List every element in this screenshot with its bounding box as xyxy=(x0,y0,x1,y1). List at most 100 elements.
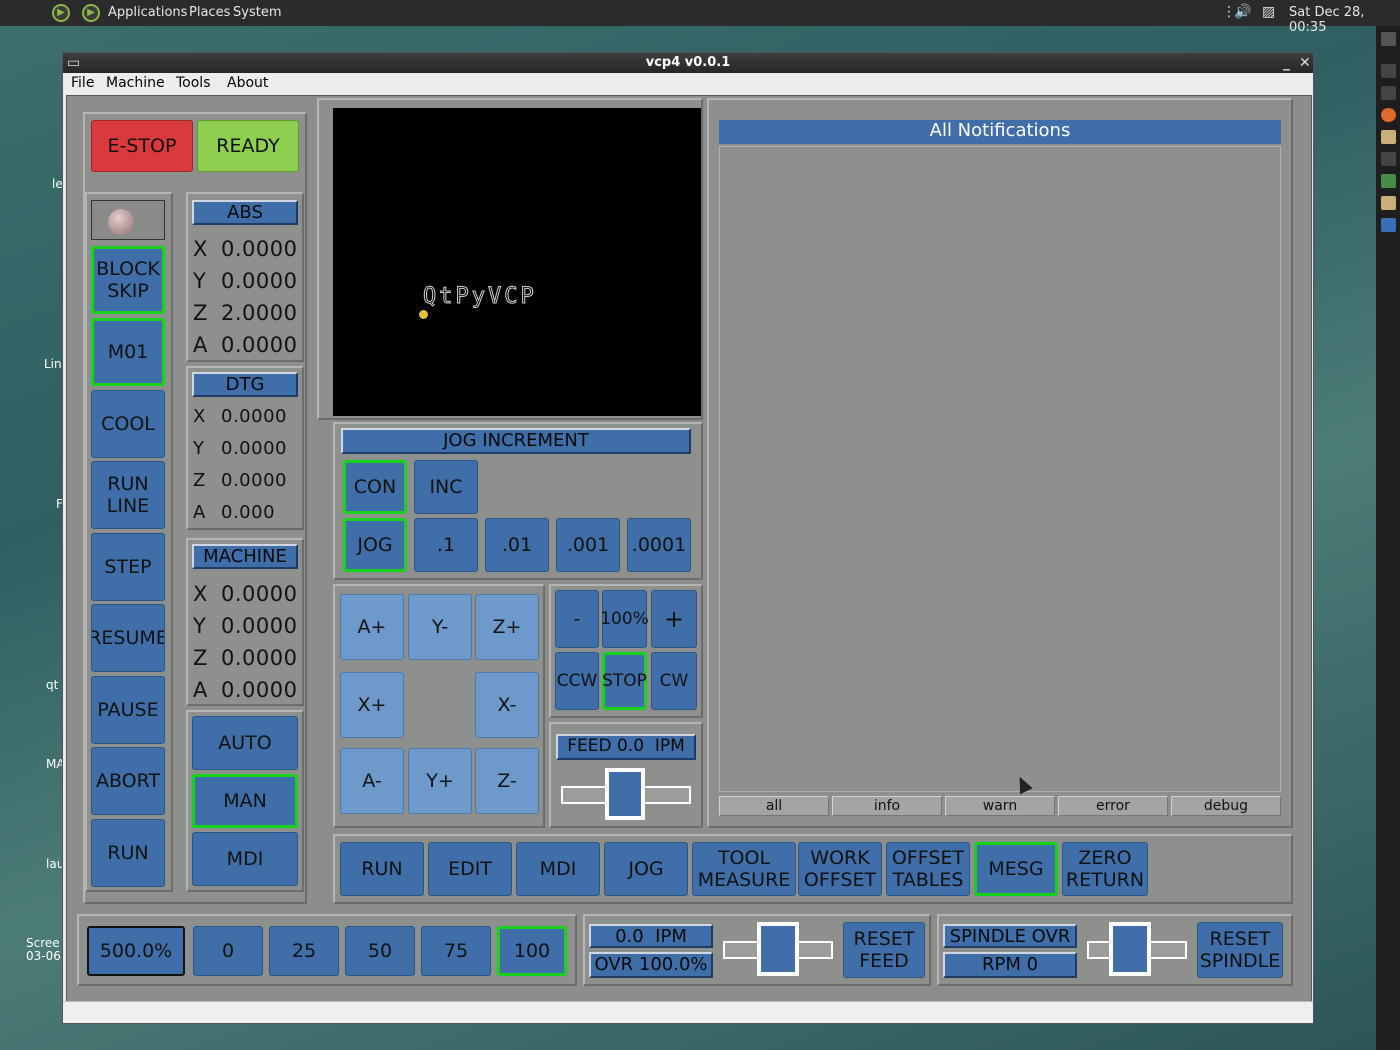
window-menu-icon[interactable]: ▭ xyxy=(67,53,80,73)
spindle-slower-button[interactable]: - xyxy=(555,590,599,648)
filter-debug-tab[interactable]: debug xyxy=(1171,796,1281,816)
resume-button[interactable]: RESUME xyxy=(91,604,165,672)
reset-feed-button[interactable]: RESET FEED xyxy=(843,922,925,978)
desktop-menu-system[interactable]: System xyxy=(233,5,281,20)
dock-terminal-icon-2[interactable] xyxy=(1381,64,1396,78)
rapid-75-button[interactable]: 75 xyxy=(421,926,491,976)
abort-button[interactable]: ABORT xyxy=(91,747,165,815)
rapid-0-button[interactable]: 0 xyxy=(193,926,263,976)
vcp-window: vcp4 v0.0.1 ▭ _ ✕ File Machine Tools Abo… xyxy=(62,52,1314,1024)
spindle-override-slider-handle[interactable] xyxy=(1109,922,1151,976)
rapid-override-value: 500.0% xyxy=(87,926,185,976)
step-button[interactable]: STEP xyxy=(91,533,165,601)
nav-jog-button[interactable]: JOG xyxy=(604,842,688,896)
increment-0-001-button[interactable]: .001 xyxy=(556,518,620,572)
filter-info-tab[interactable]: info xyxy=(832,796,942,816)
spindle-cw-button[interactable]: CW xyxy=(651,652,697,710)
estop-button[interactable]: E-STOP xyxy=(91,120,193,172)
mode-man-button[interactable]: MAN xyxy=(192,774,298,828)
jog-y-minus-button[interactable]: Y- xyxy=(408,594,472,660)
reset-spindle-button[interactable]: RESET SPINDLE xyxy=(1197,922,1283,978)
dock-folder-icon-2[interactable] xyxy=(1381,196,1396,210)
dock-terminal-icon-4[interactable] xyxy=(1381,152,1396,166)
menu-launcher-icon[interactable]: ▶ xyxy=(52,4,70,22)
nav-offset-tables-button[interactable]: OFFSET TABLES xyxy=(886,842,970,896)
dro-machine-y: Y 0.0000 xyxy=(193,614,298,638)
block-skip-button[interactable]: BLOCK SKIP xyxy=(91,246,165,314)
menu-machine[interactable]: Machine xyxy=(106,75,165,91)
nav-run-button[interactable]: RUN xyxy=(340,842,424,896)
dock-terminal-icon[interactable] xyxy=(1381,32,1396,46)
increment-0-0001-button[interactable]: .0001 xyxy=(627,518,691,572)
filter-error-tab[interactable]: error xyxy=(1058,796,1168,816)
desktop-menu-places[interactable]: Places xyxy=(189,5,230,20)
rapid-100-button[interactable]: 100 xyxy=(497,926,567,976)
m01-button[interactable]: M01 xyxy=(91,318,165,386)
status-bar xyxy=(63,1001,1313,1023)
notification-filter-tabs: all info warn error debug xyxy=(719,796,1281,818)
dro-dtg-title: DTG xyxy=(192,372,298,397)
dock-window-icon[interactable] xyxy=(1381,218,1396,232)
mode-mdi-button[interactable]: MDI xyxy=(192,832,298,886)
increment-0-01-button[interactable]: .01 xyxy=(485,518,549,572)
nav-work-offset-button[interactable]: WORK OFFSET xyxy=(798,842,882,896)
dro-dtg-y: Y 0.0000 xyxy=(193,438,287,459)
feed-rate-readout: 0.0 IPM xyxy=(589,924,713,948)
desktop-label[interactable]: Lin xyxy=(44,357,62,371)
nav-tool-measure-button[interactable]: TOOL MEASURE xyxy=(692,842,796,896)
desktop-label[interactable]: Scree 03-06 xyxy=(26,937,61,963)
spindle-ccw-button[interactable]: CCW xyxy=(555,652,599,710)
dock-terminal-icon-3[interactable] xyxy=(1381,86,1396,100)
backplot-preview[interactable]: QtPyVCP xyxy=(333,108,701,416)
menu-file[interactable]: File xyxy=(71,75,94,91)
pause-button[interactable]: PAUSE xyxy=(91,676,165,744)
notifications-title: All Notifications xyxy=(719,120,1281,144)
network-icon[interactable]: ▨ xyxy=(1262,4,1275,20)
desktop-label[interactable]: qt xyxy=(46,678,58,692)
jog-feed-slider-handle[interactable] xyxy=(605,768,645,820)
menu-launcher-icon-2[interactable]: ▶ xyxy=(82,4,100,22)
menu-about[interactable]: About xyxy=(227,75,268,91)
dock-app-icon[interactable] xyxy=(1381,174,1396,188)
nav-zero-return-button[interactable]: ZERO RETURN xyxy=(1062,842,1148,896)
jog-z-minus-button[interactable]: Z- xyxy=(475,748,539,814)
minimize-icon[interactable]: _ xyxy=(1283,53,1290,73)
close-icon[interactable]: ✕ xyxy=(1299,53,1311,73)
jog-continuous-button[interactable]: CON xyxy=(343,460,407,514)
desktop-menu-applications[interactable]: Applications xyxy=(108,5,187,20)
jog-a-minus-button[interactable]: A- xyxy=(340,748,404,814)
window-titlebar[interactable]: vcp4 v0.0.1 ▭ _ ✕ xyxy=(63,53,1313,73)
jog-mode-button[interactable]: JOG xyxy=(343,518,407,572)
spindle-stop-button[interactable]: STOP xyxy=(602,652,647,710)
jog-z-plus-button[interactable]: Z+ xyxy=(475,594,539,660)
jog-incremental-button[interactable]: INC xyxy=(414,460,478,514)
ready-button[interactable]: READY xyxy=(197,120,299,172)
dro-abs-a: A 0.0000 xyxy=(193,333,298,357)
run-line-button[interactable]: RUN LINE xyxy=(91,461,165,529)
rapid-25-button[interactable]: 25 xyxy=(269,926,339,976)
nav-mesg-button[interactable]: MESG xyxy=(974,842,1058,896)
mode-auto-button[interactable]: AUTO xyxy=(192,716,298,770)
dock-folder-icon[interactable] xyxy=(1381,130,1396,144)
menu-tools[interactable]: Tools xyxy=(176,75,211,91)
jog-x-plus-button[interactable]: X+ xyxy=(340,672,404,738)
increment-0-1-button[interactable]: .1 xyxy=(414,518,478,572)
dro-dtg-a: A 0.000 xyxy=(193,502,276,523)
volume-icon[interactable]: 🔊 xyxy=(1234,4,1251,20)
cool-button[interactable]: COOL xyxy=(91,390,165,458)
feed-override-slider-handle[interactable] xyxy=(757,922,799,976)
nav-mdi-button[interactable]: MDI xyxy=(516,842,600,896)
spindle-faster-button[interactable]: + xyxy=(651,590,697,648)
run-button[interactable]: RUN xyxy=(91,819,165,887)
tool-position-marker xyxy=(419,310,428,319)
menubar: File Machine Tools About xyxy=(63,73,1313,95)
filter-warn-tab[interactable]: warn xyxy=(945,796,1055,816)
notifications-list[interactable] xyxy=(719,146,1281,792)
dock-browser-icon[interactable] xyxy=(1381,108,1396,122)
rapid-50-button[interactable]: 50 xyxy=(345,926,415,976)
jog-a-plus-button[interactable]: A+ xyxy=(340,594,404,660)
jog-x-minus-button[interactable]: X- xyxy=(475,672,539,738)
jog-y-plus-button[interactable]: Y+ xyxy=(408,748,472,814)
nav-edit-button[interactable]: EDIT xyxy=(428,842,512,896)
filter-all-tab[interactable]: all xyxy=(719,796,829,816)
